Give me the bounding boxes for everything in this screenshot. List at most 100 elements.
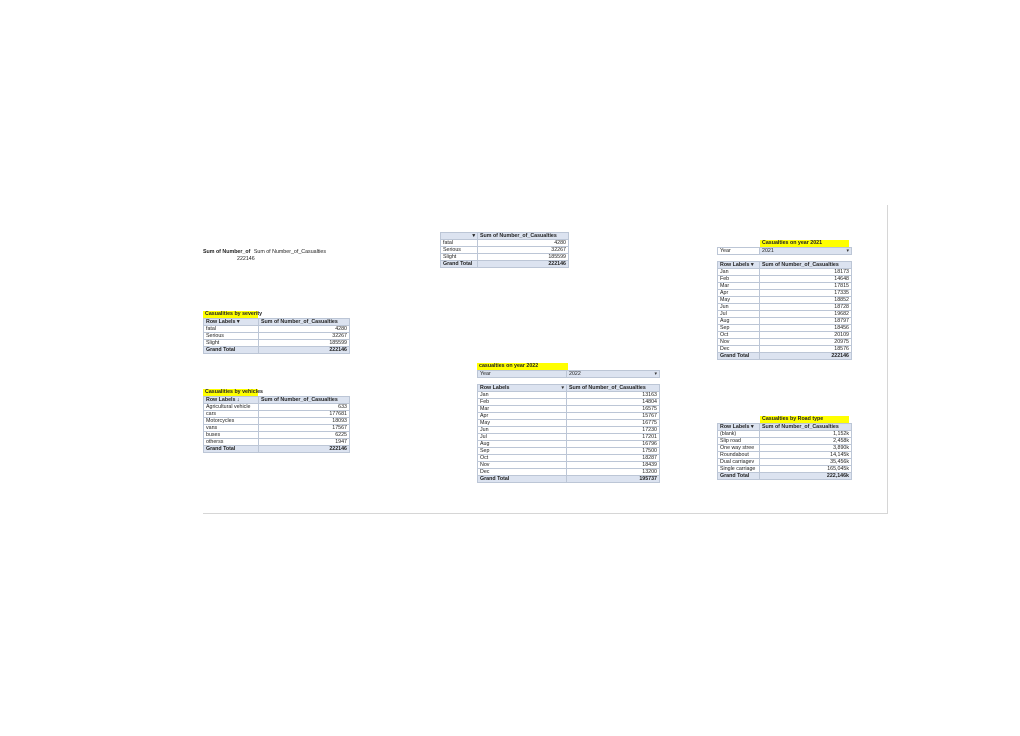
row-value[interactable]: 3,890k [759, 444, 852, 452]
row-value[interactable]: 35,456k [759, 458, 852, 466]
row-label[interactable]: Feb [477, 398, 567, 406]
table-row[interactable]: Serious 32267 [440, 246, 569, 254]
row-value[interactable]: 14804 [566, 398, 660, 406]
table-row[interactable]: Nov 20975 [717, 338, 852, 346]
table-row[interactable]: Single carriage 165,045k [717, 465, 852, 473]
total-label[interactable]: Grand Total [717, 352, 760, 360]
sum-header[interactable]: Sum of Number_of_Casualties [566, 384, 660, 392]
row-label[interactable]: Slight [203, 339, 259, 347]
row-label[interactable]: Jun [477, 426, 567, 434]
row-value[interactable]: 20109 [759, 331, 852, 339]
severity-title[interactable]: Casualities by severity [203, 311, 262, 318]
row-label[interactable]: Nov [477, 461, 567, 469]
total-label[interactable]: Grand Total [203, 346, 259, 354]
row-label[interactable]: May [477, 419, 567, 427]
table-row[interactable]: Oct 20109 [717, 331, 852, 339]
table-row[interactable]: vans 17567 [203, 424, 350, 432]
row-label[interactable]: Nov [717, 338, 760, 346]
row-labels-filter-icon[interactable]: ▾ [561, 386, 564, 391]
grand-total-row[interactable]: Grand Total 222146 [203, 346, 350, 354]
row-label[interactable]: Jun [717, 303, 760, 311]
table-row[interactable]: (blank) 1,152k [717, 430, 852, 438]
filter-icon[interactable]: ▾ [846, 249, 849, 254]
row-label[interactable]: cars [203, 410, 259, 418]
row-value[interactable]: 1947 [258, 438, 350, 446]
row-value[interactable]: 13200 [566, 468, 660, 476]
row-value[interactable]: 18576 [759, 345, 852, 353]
table-row[interactable]: Jan 13163 [477, 391, 660, 399]
year-filter-label[interactable]: Year [717, 247, 760, 255]
table-row[interactable]: Feb 14804 [477, 398, 660, 406]
row-label[interactable]: Jul [717, 310, 760, 318]
table-row[interactable]: Aug 16796 [477, 440, 660, 448]
road-type-title[interactable]: Casualties by Road type [760, 416, 849, 423]
sum-header[interactable]: Sum of Number_of_Casualties [759, 423, 852, 431]
row-value[interactable]: 18728 [759, 303, 852, 311]
total-value[interactable]: 222146 [258, 346, 350, 354]
row-label[interactable]: Apr [717, 289, 760, 297]
row-label[interactable]: Sep [477, 447, 567, 455]
table-row[interactable]: buses 6225 [203, 431, 350, 439]
row-label[interactable]: fatal [440, 239, 478, 247]
table-row[interactable]: Jun 18728 [717, 303, 852, 311]
row-label[interactable]: Dual carriagev [717, 458, 760, 466]
table-row[interactable]: Jul 19682 [717, 310, 852, 318]
row-label[interactable]: Serious [203, 332, 259, 340]
row-label[interactable]: buses [203, 431, 259, 439]
row-label[interactable]: Serious [440, 246, 478, 254]
table-row[interactable]: Jan 18173 [717, 268, 852, 276]
year-filter-row[interactable]: Year 2022 ▾ [477, 370, 660, 378]
row-label[interactable]: Aug [717, 317, 760, 325]
table-row[interactable]: Nov 18439 [477, 461, 660, 469]
row-label[interactable]: Apr [477, 412, 567, 420]
total-value[interactable]: 222,146k [759, 472, 852, 480]
row-value[interactable]: 15767 [566, 412, 660, 420]
row-label[interactable]: One way stree [717, 444, 760, 452]
grand-total-row[interactable]: Grand Total 222146 [440, 260, 569, 268]
row-value[interactable]: 32267 [258, 332, 350, 340]
table-row[interactable]: Jul 17201 [477, 433, 660, 441]
year-filter-select[interactable]: 2021 ▾ [759, 247, 852, 255]
total-label[interactable]: Grand Total [203, 445, 259, 453]
total-value[interactable]: 195737 [566, 475, 660, 483]
row-value[interactable]: 16575 [566, 405, 660, 413]
year-2022-title[interactable]: casualties on year 2022 [477, 363, 568, 370]
row-label[interactable]: Sep [717, 324, 760, 332]
table-row[interactable]: Apr 15767 [477, 412, 660, 420]
row-value[interactable]: 17500 [566, 447, 660, 455]
table-row[interactable]: Dec 13200 [477, 468, 660, 476]
table-row[interactable]: Serious 32267 [203, 332, 350, 340]
row-label[interactable]: Mar [477, 405, 567, 413]
row-label[interactable]: Slip road [717, 437, 760, 445]
sum-header[interactable]: Sum of Number_of_Casualties [258, 318, 350, 326]
year-filter-select[interactable]: 2022 ▾ [566, 370, 660, 378]
year-filter-label[interactable]: Year [477, 370, 567, 378]
table-row[interactable]: Agricultural vehicle 633 [203, 403, 350, 411]
year-filter-row[interactable]: Year 2021 ▾ [717, 247, 852, 255]
row-value[interactable]: 16775 [566, 419, 660, 427]
table-row[interactable]: fatal 4280 [203, 325, 350, 333]
row-label[interactable]: Roundabout [717, 451, 760, 459]
row-value[interactable]: 17230 [566, 426, 660, 434]
row-label[interactable]: Oct [477, 454, 567, 462]
row-value[interactable]: 4280 [258, 325, 350, 333]
total-label[interactable]: Grand Total [717, 472, 760, 480]
table-row[interactable]: Oct 18287 [477, 454, 660, 462]
table-row[interactable]: Mar 16575 [477, 405, 660, 413]
row-value[interactable]: 165,045k [759, 465, 852, 473]
row-value[interactable]: 4280 [477, 239, 569, 247]
row-value[interactable]: 17335 [759, 289, 852, 297]
table-row[interactable]: Jun 17230 [477, 426, 660, 434]
table-row[interactable]: One way stree 3,890k [717, 444, 852, 452]
row-value[interactable]: 633 [258, 403, 350, 411]
table-row[interactable]: Dual carriagev 35,456k [717, 458, 852, 466]
row-label[interactable]: Agricultural vehicle [203, 403, 259, 411]
row-labels-header[interactable]: Row Labels ↓ [203, 396, 259, 404]
row-label[interactable]: Mar [717, 282, 760, 290]
row-value[interactable]: 185599 [477, 253, 569, 261]
row-label[interactable]: fatal [203, 325, 259, 333]
total-value[interactable]: 222146 [477, 260, 569, 268]
table-row[interactable]: Dec 18576 [717, 345, 852, 353]
table-row[interactable]: Slight 185599 [440, 253, 569, 261]
row-value[interactable]: 32267 [477, 246, 569, 254]
